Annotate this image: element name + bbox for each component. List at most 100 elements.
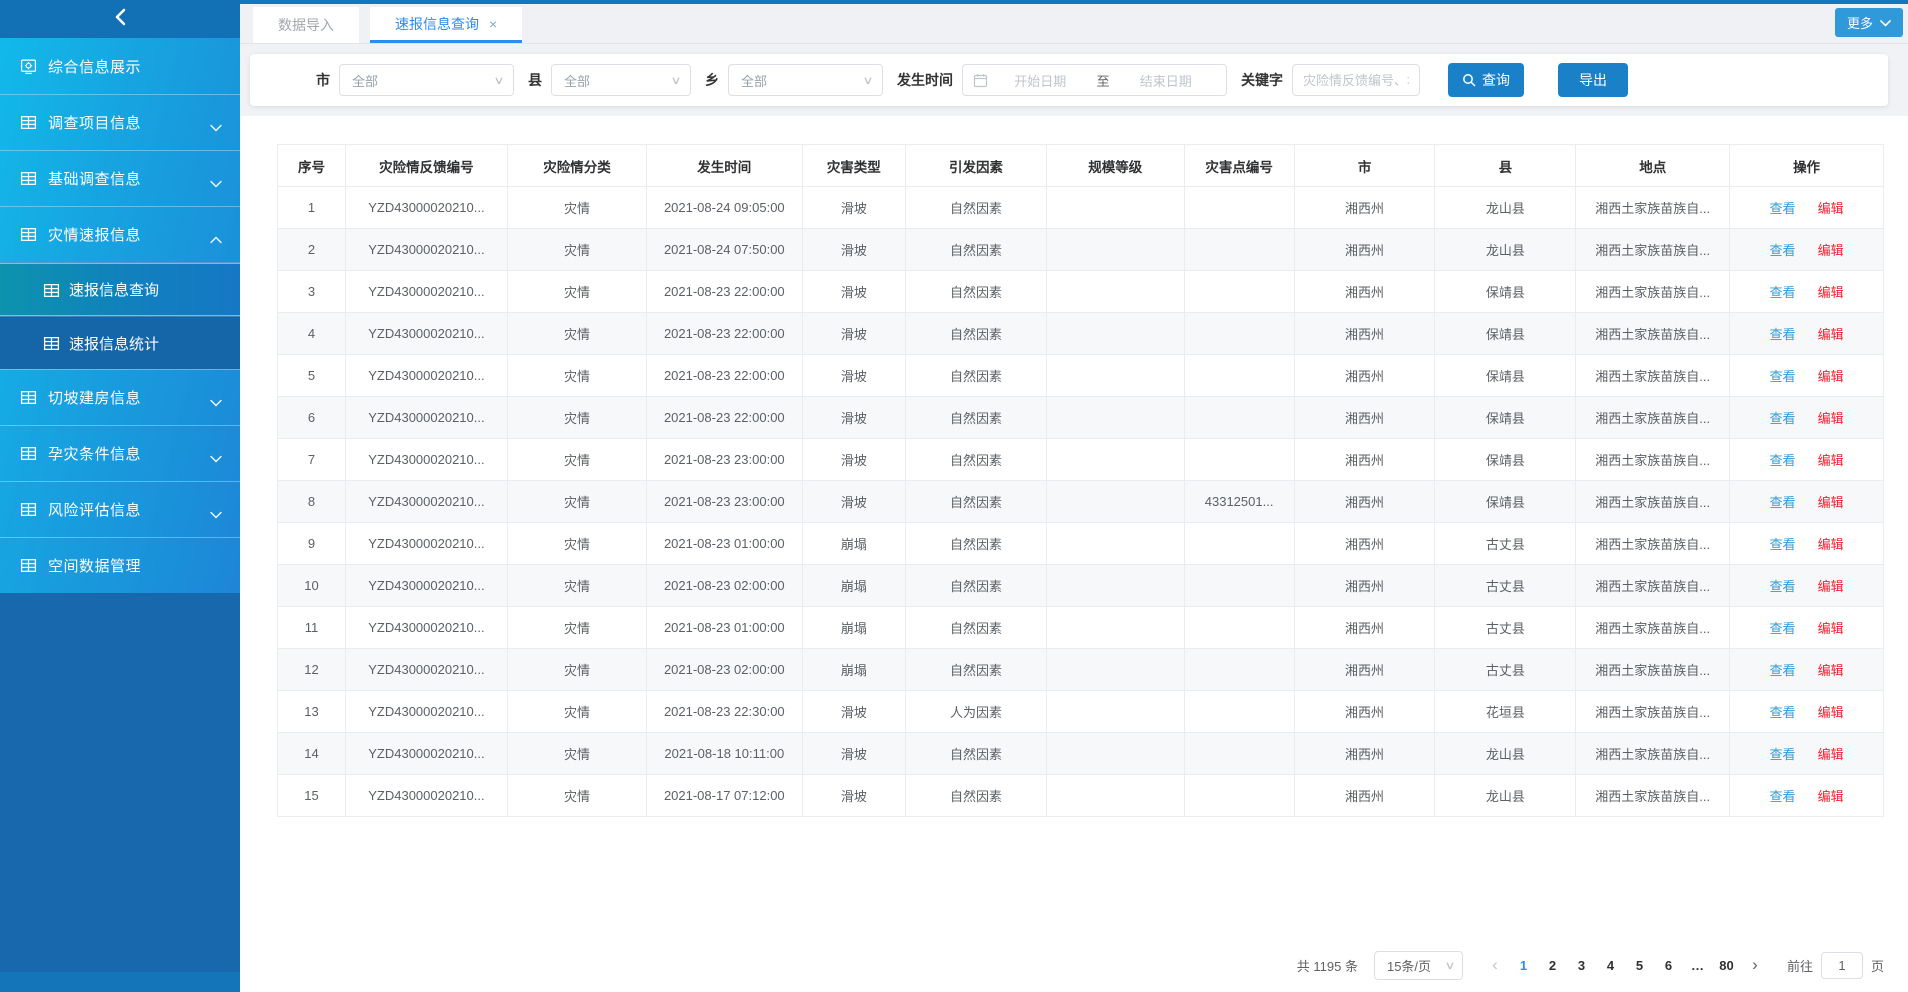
cell-point <box>1184 313 1294 355</box>
sidebar-item-切坡建房信息[interactable]: 切坡建房信息 <box>0 369 240 425</box>
edit-link[interactable]: 编辑 <box>1818 285 1844 300</box>
next-page-button[interactable]: › <box>1741 955 1769 975</box>
view-link[interactable]: 查看 <box>1770 369 1796 384</box>
edit-link[interactable]: 编辑 <box>1818 411 1844 426</box>
table-header-row: 序号灾险情反馈编号灾险情分类发生时间灾害类型引发因素规模等级灾害点编号市县地点操… <box>278 145 1884 187</box>
chevron-down-icon <box>1880 15 1891 30</box>
date-range-input[interactable]: 开始日期 至 结束日期 <box>962 64 1227 96</box>
view-link[interactable]: 查看 <box>1770 243 1796 258</box>
sidebar-item-综合信息展示[interactable]: 综合信息展示 <box>0 38 240 94</box>
view-link[interactable]: 查看 <box>1770 747 1796 762</box>
end-date-placeholder: 结束日期 <box>1116 71 1217 90</box>
tab-数据导入[interactable]: 数据导入 <box>253 7 359 43</box>
cell-city: 湘西州 <box>1294 691 1435 733</box>
cell-scale <box>1046 271 1184 313</box>
sidebar-item-空间数据管理[interactable]: 空间数据管理 <box>0 537 240 593</box>
cell-point <box>1184 691 1294 733</box>
cell-scale <box>1046 187 1184 229</box>
sidebar-item-孕灾条件信息[interactable]: 孕灾条件信息 <box>0 425 240 481</box>
cell-point <box>1184 565 1294 607</box>
city-label: 市 <box>316 70 330 90</box>
keyword-input[interactable] <box>1292 64 1420 96</box>
cell-category: 灾情 <box>507 229 646 271</box>
page-number-4[interactable]: 4 <box>1596 958 1625 973</box>
records-table: 序号灾险情反馈编号灾险情分类发生时间灾害类型引发因素规模等级灾害点编号市县地点操… <box>277 144 1884 817</box>
edit-link[interactable]: 编辑 <box>1818 201 1844 216</box>
view-link[interactable]: 查看 <box>1770 453 1796 468</box>
cell-city: 湘西州 <box>1294 229 1435 271</box>
page-number-6[interactable]: 6 <box>1654 958 1683 973</box>
chevron-down-icon <box>210 119 222 127</box>
page-number-5[interactable]: 5 <box>1625 958 1654 973</box>
edit-link[interactable]: 编辑 <box>1818 453 1844 468</box>
sidebar-subitem-速报信息查询[interactable]: 速报信息查询 <box>0 263 240 316</box>
sidebar-collapse-button[interactable] <box>0 0 240 38</box>
chevron-left-icon <box>113 7 127 32</box>
page-number-3[interactable]: 3 <box>1567 958 1596 973</box>
view-link[interactable]: 查看 <box>1770 201 1796 216</box>
edit-link[interactable]: 编辑 <box>1818 327 1844 342</box>
cell-location: 湘西土家族苗族自... <box>1576 187 1730 229</box>
view-link[interactable]: 查看 <box>1770 495 1796 510</box>
edit-link[interactable]: 编辑 <box>1818 579 1844 594</box>
view-link[interactable]: 查看 <box>1770 663 1796 678</box>
edit-link[interactable]: 编辑 <box>1818 369 1844 384</box>
edit-link[interactable]: 编辑 <box>1818 747 1844 762</box>
view-link[interactable]: 查看 <box>1770 411 1796 426</box>
sidebar-item-灾情速报信息[interactable]: 灾情速报信息 <box>0 206 240 262</box>
edit-link[interactable]: 编辑 <box>1818 621 1844 636</box>
goto-page-input[interactable] <box>1821 952 1863 979</box>
search-button[interactable]: 查询 <box>1448 63 1524 97</box>
cell-time: 2021-08-23 02:00:00 <box>647 565 802 607</box>
chevron-down-icon <box>210 506 222 514</box>
town-select-value: 全部 <box>741 71 864 90</box>
view-link[interactable]: 查看 <box>1770 789 1796 804</box>
page-number-80[interactable]: 80 <box>1712 958 1741 973</box>
sidebar-item-基础调查信息[interactable]: 基础调查信息 <box>0 150 240 206</box>
more-button[interactable]: 更多 <box>1835 8 1903 37</box>
close-icon[interactable]: × <box>489 17 497 31</box>
page-size-select[interactable]: 15条/页 ∨ <box>1374 951 1463 980</box>
cell-location: 湘西土家族苗族自... <box>1576 649 1730 691</box>
cell-type: 滑坡 <box>802 271 906 313</box>
cell-scale <box>1046 313 1184 355</box>
sidebar-nav: 综合信息展示调查项目信息基础调查信息灾情速报信息速报信息查询速报信息统计切坡建房… <box>0 38 240 593</box>
cell-type: 崩塌 <box>802 565 906 607</box>
table-row: 2YZD43000020210...灾情2021-08-24 07:50:00滑… <box>278 229 1884 271</box>
export-button[interactable]: 导出 <box>1558 63 1628 97</box>
date-range-separator: 至 <box>1091 71 1116 90</box>
sidebar-subitem-速报信息统计[interactable]: 速报信息统计 <box>0 316 240 369</box>
view-link[interactable]: 查看 <box>1770 537 1796 552</box>
table-icon <box>20 170 37 187</box>
edit-link[interactable]: 编辑 <box>1818 705 1844 720</box>
more-button-label: 更多 <box>1847 13 1873 32</box>
page-number-1[interactable]: 1 <box>1509 958 1538 973</box>
cell-county: 龙山县 <box>1435 733 1576 775</box>
view-link[interactable]: 查看 <box>1770 285 1796 300</box>
tab-速报信息查询[interactable]: 速报信息查询× <box>370 7 522 43</box>
edit-link[interactable]: 编辑 <box>1818 495 1844 510</box>
town-select[interactable]: 全部 ∨ <box>728 64 883 96</box>
cell-time: 2021-08-23 01:00:00 <box>647 523 802 565</box>
view-link[interactable]: 查看 <box>1770 579 1796 594</box>
edit-link[interactable]: 编辑 <box>1818 789 1844 804</box>
cell-city: 湘西州 <box>1294 565 1435 607</box>
sidebar-item-调查项目信息[interactable]: 调查项目信息 <box>0 94 240 150</box>
cell-location: 湘西土家族苗族自... <box>1576 229 1730 271</box>
view-link[interactable]: 查看 <box>1770 621 1796 636</box>
goto-label: 前往 <box>1787 956 1813 975</box>
prev-page-button[interactable]: ‹ <box>1481 955 1509 975</box>
edit-link[interactable]: 编辑 <box>1818 663 1844 678</box>
city-select[interactable]: 全部 ∨ <box>339 64 514 96</box>
cell-city: 湘西州 <box>1294 523 1435 565</box>
cell-cause: 自然因素 <box>906 733 1047 775</box>
page-number-2[interactable]: 2 <box>1538 958 1567 973</box>
cell-point <box>1184 733 1294 775</box>
edit-link[interactable]: 编辑 <box>1818 243 1844 258</box>
edit-link[interactable]: 编辑 <box>1818 537 1844 552</box>
sidebar-item-风险评估信息[interactable]: 风险评估信息 <box>0 481 240 537</box>
cell-county: 保靖县 <box>1435 355 1576 397</box>
view-link[interactable]: 查看 <box>1770 705 1796 720</box>
view-link[interactable]: 查看 <box>1770 327 1796 342</box>
county-select[interactable]: 全部 ∨ <box>551 64 691 96</box>
